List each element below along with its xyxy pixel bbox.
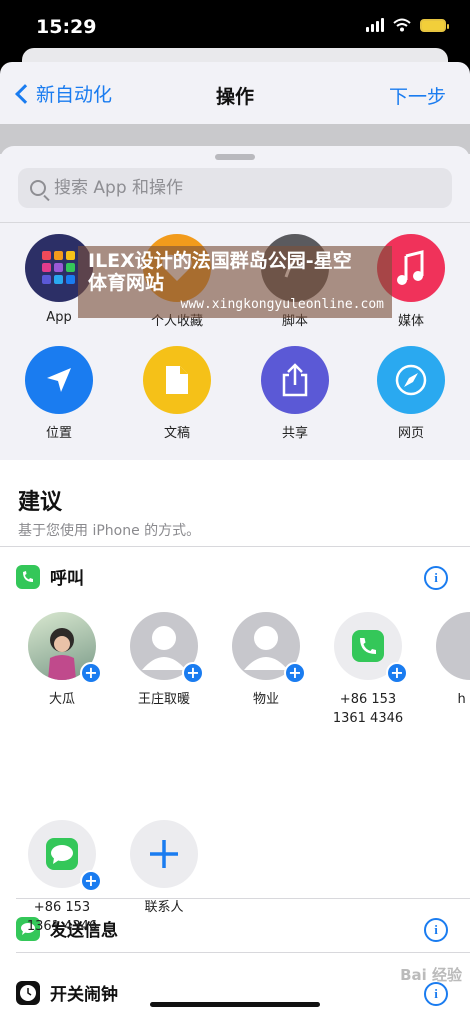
contact-name: 联系人 [144,900,184,915]
call-contact[interactable]: + 王庄取暖 [112,612,216,709]
add-plus-icon: + [386,662,408,684]
cellular-signal-icon [366,18,384,32]
message-info-icon[interactable]: i [424,918,448,942]
status-time: 15:29 [36,16,97,38]
overlay-url: www.xingkongyuleonline.com [180,297,385,312]
add-plus-icon: + [182,662,204,684]
divider [16,952,470,953]
add-plus-icon: + [80,870,102,892]
call-info-icon[interactable]: i [424,566,448,590]
search-bar[interactable] [18,168,452,208]
category-label: 文稿 [163,426,190,441]
contact-name: +86 153 1361 4346 [332,692,404,726]
person-avatar-icon: + [232,612,306,684]
actions-sheet: App 个人收藏 脚本 媒体 ILEX设计的法国群岛公园-星空 体育网站 www… [0,146,470,1018]
category-sharing[interactable]: 共享 [236,346,354,441]
message-avatar-icon: + [28,820,102,892]
call-contact[interactable]: + +86 153 1361 4346 [316,612,420,728]
contact-name: h m [457,692,470,707]
message-contact[interactable]: + +86 153 1361 4346 [10,820,114,936]
next-button[interactable]: 下一步 [389,82,446,109]
baidu-watermark: Bai 经验 [400,966,462,984]
ad-watermark-overlay: ILEX设计的法国群岛公园-星空 体育网站 www.xingkongyuleon… [78,246,392,318]
initials-avatar [436,612,470,680]
contact-name: 物业 [252,692,279,707]
call-contact[interactable]: + 大瓜 [10,612,114,709]
contact-photo-avatar: + [28,612,102,684]
wifi-icon [393,18,411,32]
call-section-title: 呼叫 [50,569,84,589]
message-contact[interactable]: 联系人 [112,820,216,917]
category-label: 网页 [397,426,424,441]
contact-name: 大瓜 [48,692,75,707]
search-input[interactable] [54,178,414,198]
call-contact[interactable]: + 物业 [214,612,318,709]
clock-app-icon [16,980,40,1005]
suggestions-title: 建议 [18,490,63,515]
overlay-line-2: 体育网站 [88,272,165,294]
alarm-section-title: 开关闹钟 [50,985,118,1005]
phone-avatar-icon: + [334,612,408,684]
alarm-info-icon[interactable]: i [424,982,448,1006]
category-web[interactable]: 网页 [352,346,470,441]
add-plus-icon: + [80,662,102,684]
navigation-bar: 新自动化 操作 下一步 [0,62,470,124]
location-arrow-icon [25,346,93,414]
contact-name: 王庄取暖 [137,692,190,707]
category-label: 位置 [45,426,72,441]
alarm-section-header: 开关闹钟 [16,980,118,1005]
overlay-line-1: ILEX设计的法国群岛公园-星空 [88,250,352,272]
sheet-grabber[interactable] [215,154,255,160]
call-section-header: 呼叫 [16,564,84,589]
home-indicator[interactable] [150,1002,320,1007]
document-icon [143,346,211,414]
battery-icon [420,18,449,32]
status-icons [366,18,449,32]
divider [0,546,470,547]
status-bar: 15:29 [0,0,470,48]
contact-name: +86 153 1361 4346 [26,900,98,934]
category-location[interactable]: 位置 [0,346,118,441]
suggestions-subtitle: 基于您使用 iPhone 的方式。 [18,523,201,539]
add-plus-icon: + [284,662,306,684]
call-contact[interactable]: h m [418,612,470,709]
category-label: 共享 [281,426,308,441]
category-documents[interactable]: 文稿 [118,346,236,441]
share-icon [261,346,329,414]
divider [0,222,470,223]
search-icon [30,180,46,196]
add-contact-icon [130,820,198,888]
compass-icon [377,346,445,414]
phone-app-icon [16,564,40,589]
person-avatar-icon: + [130,612,204,684]
